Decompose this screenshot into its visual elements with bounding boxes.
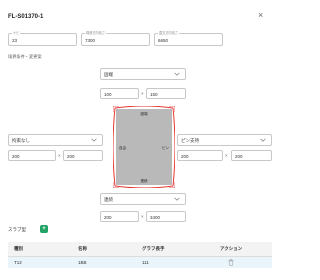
slab-mark-right: ピン bbox=[162, 145, 169, 150]
field-orth-length[interactable]: 直交方向長さ 6650 bbox=[154, 31, 223, 46]
delete-icon[interactable] bbox=[228, 259, 234, 266]
plus-icon[interactable]: + bbox=[40, 225, 48, 233]
input-value: 200 bbox=[67, 154, 75, 159]
field-navi[interactable]: ナビ 23 bbox=[8, 31, 77, 46]
right-edge-select[interactable]: ピン支持 bbox=[177, 134, 272, 146]
slab-border-right bbox=[172, 107, 175, 187]
slab-border-left bbox=[113, 107, 116, 187]
column-header: アクション bbox=[214, 242, 272, 257]
slab-border-top bbox=[114, 106, 174, 109]
table-row[interactable]: T12 1BB 111 bbox=[8, 256, 272, 268]
left-dim2-input[interactable]: 200 bbox=[63, 150, 103, 161]
times-sign: × bbox=[141, 91, 144, 96]
field-value: 6650 bbox=[158, 38, 169, 43]
left-edge-select[interactable]: 拘束なし bbox=[8, 134, 103, 146]
table-header-row: 種別 名称 グラフ長手 アクション bbox=[8, 242, 272, 257]
input-value: 200 bbox=[181, 154, 189, 159]
top-dim1-input[interactable]: 100 bbox=[100, 88, 139, 99]
table-cell-kind: T12 bbox=[8, 256, 72, 268]
table-cell-graph: 111 bbox=[136, 256, 214, 268]
chevron-down-icon bbox=[174, 197, 180, 201]
times-sign: × bbox=[141, 214, 144, 219]
table-cell-name: 1BB bbox=[72, 256, 136, 268]
select-value: ピン支持 bbox=[181, 138, 199, 143]
input-value: 200 bbox=[12, 154, 20, 159]
slab-type-label: スラブ型 bbox=[8, 227, 26, 232]
field-value: 23 bbox=[12, 38, 18, 43]
times-sign: × bbox=[58, 153, 61, 158]
slab-table: 種別 名称 グラフ長手 アクション T12 1BB 111 bbox=[8, 242, 272, 268]
top-edge-select[interactable]: 固端 bbox=[100, 68, 186, 80]
input-value: 150 bbox=[150, 92, 158, 97]
bottom-edge-select[interactable]: 連続 bbox=[100, 193, 186, 205]
column-header: 種別 bbox=[8, 242, 72, 257]
field-label: 構造方向長さ bbox=[85, 31, 107, 35]
section-label: 境界条件・変更案 bbox=[8, 54, 42, 59]
select-value: 拘束なし bbox=[12, 138, 30, 143]
slab-diagram: 固端 自由 ピン 連続 bbox=[113, 106, 175, 188]
field-label: 直交方向長さ bbox=[158, 31, 180, 35]
times-sign: × bbox=[225, 153, 228, 158]
select-value: 連続 bbox=[104, 197, 113, 202]
input-value: 200 bbox=[235, 154, 243, 159]
dialog-title: FL-S01370-1 bbox=[8, 14, 44, 20]
input-value: 200 bbox=[104, 215, 112, 220]
slab-mark-top: 固端 bbox=[141, 111, 148, 116]
slab-border-bottom bbox=[114, 185, 174, 188]
column-header: 名称 bbox=[72, 242, 136, 257]
chevron-down-icon bbox=[91, 138, 97, 142]
field-struct-length[interactable]: 構造方向長さ 7300 bbox=[81, 31, 150, 46]
chevron-down-icon bbox=[174, 72, 180, 76]
input-value: 3400 bbox=[150, 215, 161, 220]
right-dim2-input[interactable]: 200 bbox=[231, 150, 272, 161]
slab-mark-bottom: 連続 bbox=[141, 178, 148, 183]
right-dim1-input[interactable]: 200 bbox=[177, 150, 223, 161]
bottom-dim2-input[interactable]: 3400 bbox=[146, 211, 186, 222]
table-cell-action bbox=[214, 256, 272, 268]
select-value: 固端 bbox=[104, 72, 113, 77]
input-value: 100 bbox=[104, 92, 112, 97]
chevron-down-icon bbox=[260, 138, 266, 142]
top-dim2-input[interactable]: 150 bbox=[146, 88, 186, 99]
slab-mark-left: 自由 bbox=[119, 145, 126, 150]
column-header: グラフ長手 bbox=[136, 242, 214, 257]
field-label: ナビ bbox=[12, 31, 21, 35]
field-value: 7300 bbox=[85, 38, 96, 43]
bottom-dim1-input[interactable]: 200 bbox=[100, 211, 139, 222]
left-dim1-input[interactable]: 200 bbox=[8, 150, 56, 161]
close-icon[interactable]: × bbox=[258, 11, 263, 20]
